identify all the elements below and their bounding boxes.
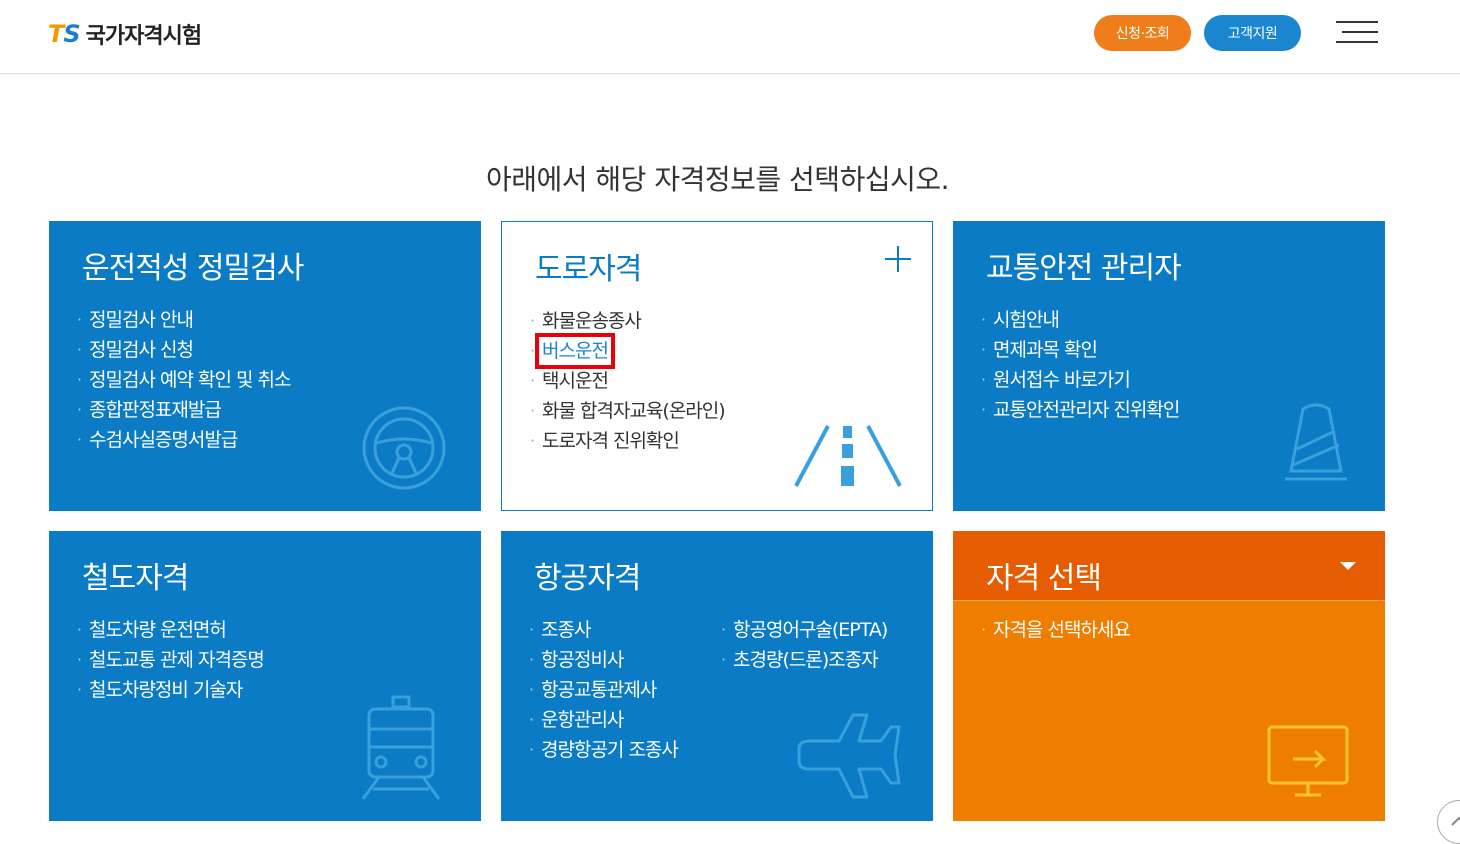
card-traffic-safety-manager[interactable]: 교통안전 관리자 시험안내 면제과목 확인 원서접수 바로가기 교통안전관리자 …: [953, 221, 1385, 511]
airplane-icon: [797, 713, 901, 799]
card-title: 항공자격: [534, 561, 641, 596]
list-item[interactable]: 철도차량 운전면허: [77, 615, 264, 645]
bus-driving-link[interactable]: 버스운전: [535, 333, 615, 369]
card-license-select[interactable]: 자격 선택 자격을 선택하세요: [953, 531, 1385, 821]
list-item[interactable]: 정밀검사 신청: [77, 335, 290, 365]
list-item[interactable]: 면제과목 확인: [981, 335, 1179, 365]
card-title: 철도자격: [82, 561, 189, 596]
train-icon: [361, 695, 441, 800]
list-item[interactable]: 도로자격 진위확인: [530, 426, 725, 456]
list-item[interactable]: 조종사: [529, 615, 678, 645]
page-headline: 아래에서 해당 자격정보를 선택하십시오.: [485, 163, 950, 196]
site-title: 국가자격시험: [85, 24, 202, 49]
card-link-list-col2: 항공영어구술(EPTA) 초경량(드론)조종자: [721, 615, 888, 675]
card-link-list: 화물운송종사 버스운전 택시운전 화물 합격자교육(온라인) 도로자격 진위확인: [530, 306, 726, 456]
list-item[interactable]: 항공교통관제사: [529, 675, 678, 705]
list-item-bus[interactable]: 버스운전: [530, 333, 725, 369]
card-link-list: 시험안내 면제과목 확인 원서접수 바로가기 교통안전관리자 진위확인: [981, 305, 1180, 425]
list-item[interactable]: 항공정비사: [529, 645, 678, 675]
road-icon: [794, 425, 902, 487]
list-item[interactable]: 정밀검사 예약 확인 및 취소: [77, 365, 291, 395]
card-title: 자격 선택: [986, 561, 1102, 596]
card-road-license[interactable]: 도로자격 화물운송종사 버스운전 택시운전 화물 합격자교육(온라인) 도로자격…: [501, 221, 933, 511]
monitor-icon: [1267, 725, 1349, 797]
list-item[interactable]: 택시운전: [530, 366, 725, 396]
card-aviation-license[interactable]: 항공자격 조종사 항공정비사 항공교통관제사 운항관리사 경량항공기 조종사 항…: [501, 531, 933, 821]
apply-inquiry-button[interactable]: 신청·조회: [1094, 15, 1191, 51]
customer-support-button[interactable]: 고객지원: [1204, 15, 1301, 51]
list-item[interactable]: 수검사실증명서발급: [77, 425, 290, 455]
list-item[interactable]: 종합판정표재발급: [77, 395, 290, 425]
list-item[interactable]: 경량항공기 조종사: [529, 735, 679, 765]
scroll-to-top-button[interactable]: [1437, 800, 1460, 844]
card-aptitude-test[interactable]: 운전적성 정밀검사 정밀검사 안내 정밀검사 신청 정밀검사 예약 확인 및 취…: [49, 221, 481, 511]
list-item[interactable]: 원서접수 바로가기: [981, 365, 1179, 395]
list-item[interactable]: 교통안전관리자 진위확인: [981, 395, 1180, 425]
ts-logo-mark: TS: [48, 20, 81, 48]
list-item[interactable]: 화물운송종사: [530, 306, 725, 336]
list-item[interactable]: 시험안내: [981, 305, 1179, 335]
card-rail-license[interactable]: 철도자격 철도차량 운전면허 철도교통 관제 자격증명 철도차량정비 기술자: [49, 531, 481, 821]
card-title: 교통안전 관리자: [986, 251, 1182, 286]
list-item[interactable]: 철도차량정비 기술자: [77, 675, 264, 705]
traffic-cone-icon: [1285, 403, 1347, 481]
list-item[interactable]: 화물 합격자교육(온라인): [530, 396, 726, 426]
card-link-list: 철도차량 운전면허 철도교통 관제 자격증명 철도차량정비 기술자: [77, 615, 265, 705]
card-title: 도로자격: [535, 252, 642, 287]
hamburger-menu-icon[interactable]: [1336, 19, 1378, 45]
list-item[interactable]: 초경량(드론)조종자: [721, 645, 887, 675]
steering-wheel-icon: [362, 406, 446, 490]
card-link-list: 정밀검사 안내 정밀검사 신청 정밀검사 예약 확인 및 취소 종합판정표재발급…: [77, 305, 291, 455]
site-header: TS 국가자격시험 신청·조회 고객지원: [0, 0, 1460, 74]
plus-icon[interactable]: [885, 246, 911, 272]
card-link-list-col1: 조종사 항공정비사 항공교통관제사 운항관리사 경량항공기 조종사: [529, 615, 679, 765]
card-title: 운전적성 정밀검사: [82, 251, 304, 286]
list-item[interactable]: 자격을 선택하세요: [981, 615, 1131, 645]
chevron-up-icon: [1451, 816, 1460, 826]
list-item[interactable]: 항공영어구술(EPTA): [721, 615, 888, 645]
list-item[interactable]: 철도교통 관제 자격증명: [77, 645, 265, 675]
list-item[interactable]: 운항관리사: [529, 705, 678, 735]
chevron-down-icon[interactable]: [1340, 562, 1356, 570]
list-item[interactable]: 정밀검사 안내: [77, 305, 290, 335]
card-link-list: 자격을 선택하세요: [981, 615, 1131, 645]
site-logo[interactable]: TS 국가자격시험: [48, 18, 202, 50]
